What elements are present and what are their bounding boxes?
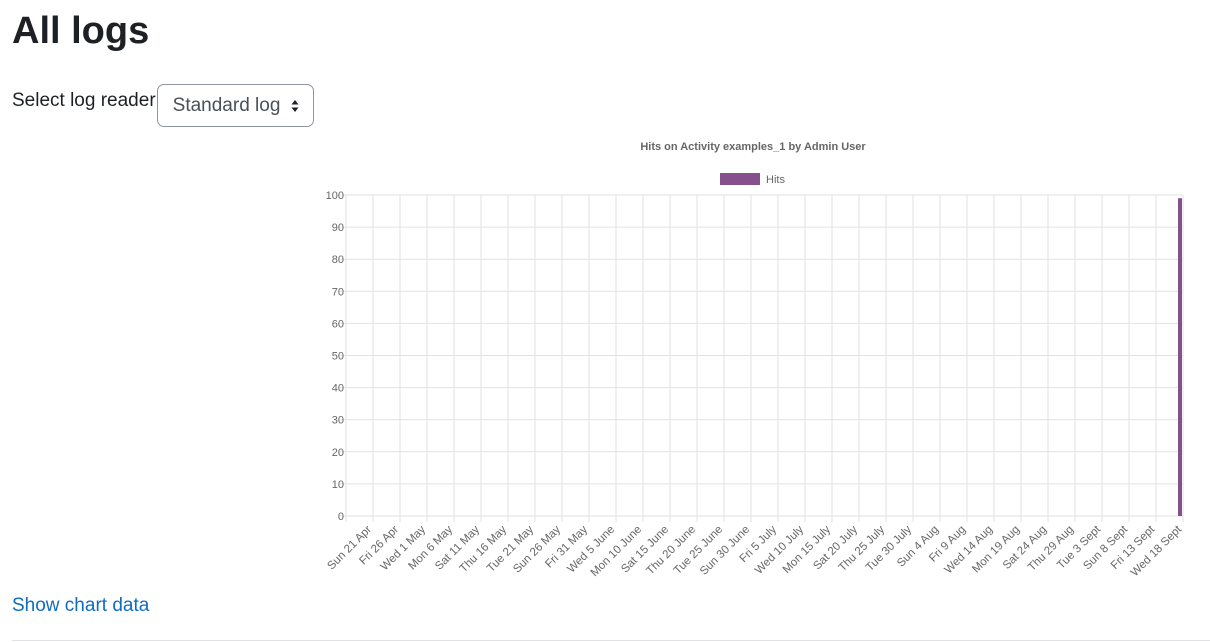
y-tick-label: 70	[332, 286, 344, 298]
show-chart-data-link[interactable]: Show chart data	[12, 595, 149, 617]
chart-canvas: Hits on Activity examples_1 by Admin Use…	[325, 141, 1184, 579]
hits-chart: Hits on Activity examples_1 by Admin Use…	[0, 130, 1210, 590]
legend-swatch	[720, 173, 760, 185]
log-reader-select[interactable]: Standard log	[156, 84, 314, 127]
y-tick-label: 10	[332, 479, 344, 491]
log-reader-row: Select log reader Standard log	[12, 84, 314, 129]
y-tick-label: 30	[332, 415, 344, 427]
log-reader-label: Select log reader	[12, 90, 156, 111]
page-title: All logs	[12, 10, 150, 52]
bar	[1178, 198, 1182, 516]
legend-label: Hits	[766, 174, 785, 186]
select-caret-icon	[291, 100, 299, 112]
log-reader-selected-value: Standard log	[172, 95, 281, 116]
y-tick-label: 60	[332, 318, 344, 330]
y-tick-label: 90	[332, 222, 344, 234]
y-tick-label: 50	[332, 351, 344, 363]
y-tick-label: 80	[332, 254, 344, 266]
divider	[12, 640, 1210, 641]
page: All logs Select log reader Standard log …	[0, 0, 1210, 642]
y-tick-label: 0	[338, 511, 344, 523]
chart-title: Hits on Activity examples_1 by Admin Use…	[640, 141, 866, 153]
y-tick-label: 20	[332, 447, 344, 459]
y-tick-label: 100	[326, 190, 344, 202]
y-tick-label: 40	[332, 383, 344, 395]
